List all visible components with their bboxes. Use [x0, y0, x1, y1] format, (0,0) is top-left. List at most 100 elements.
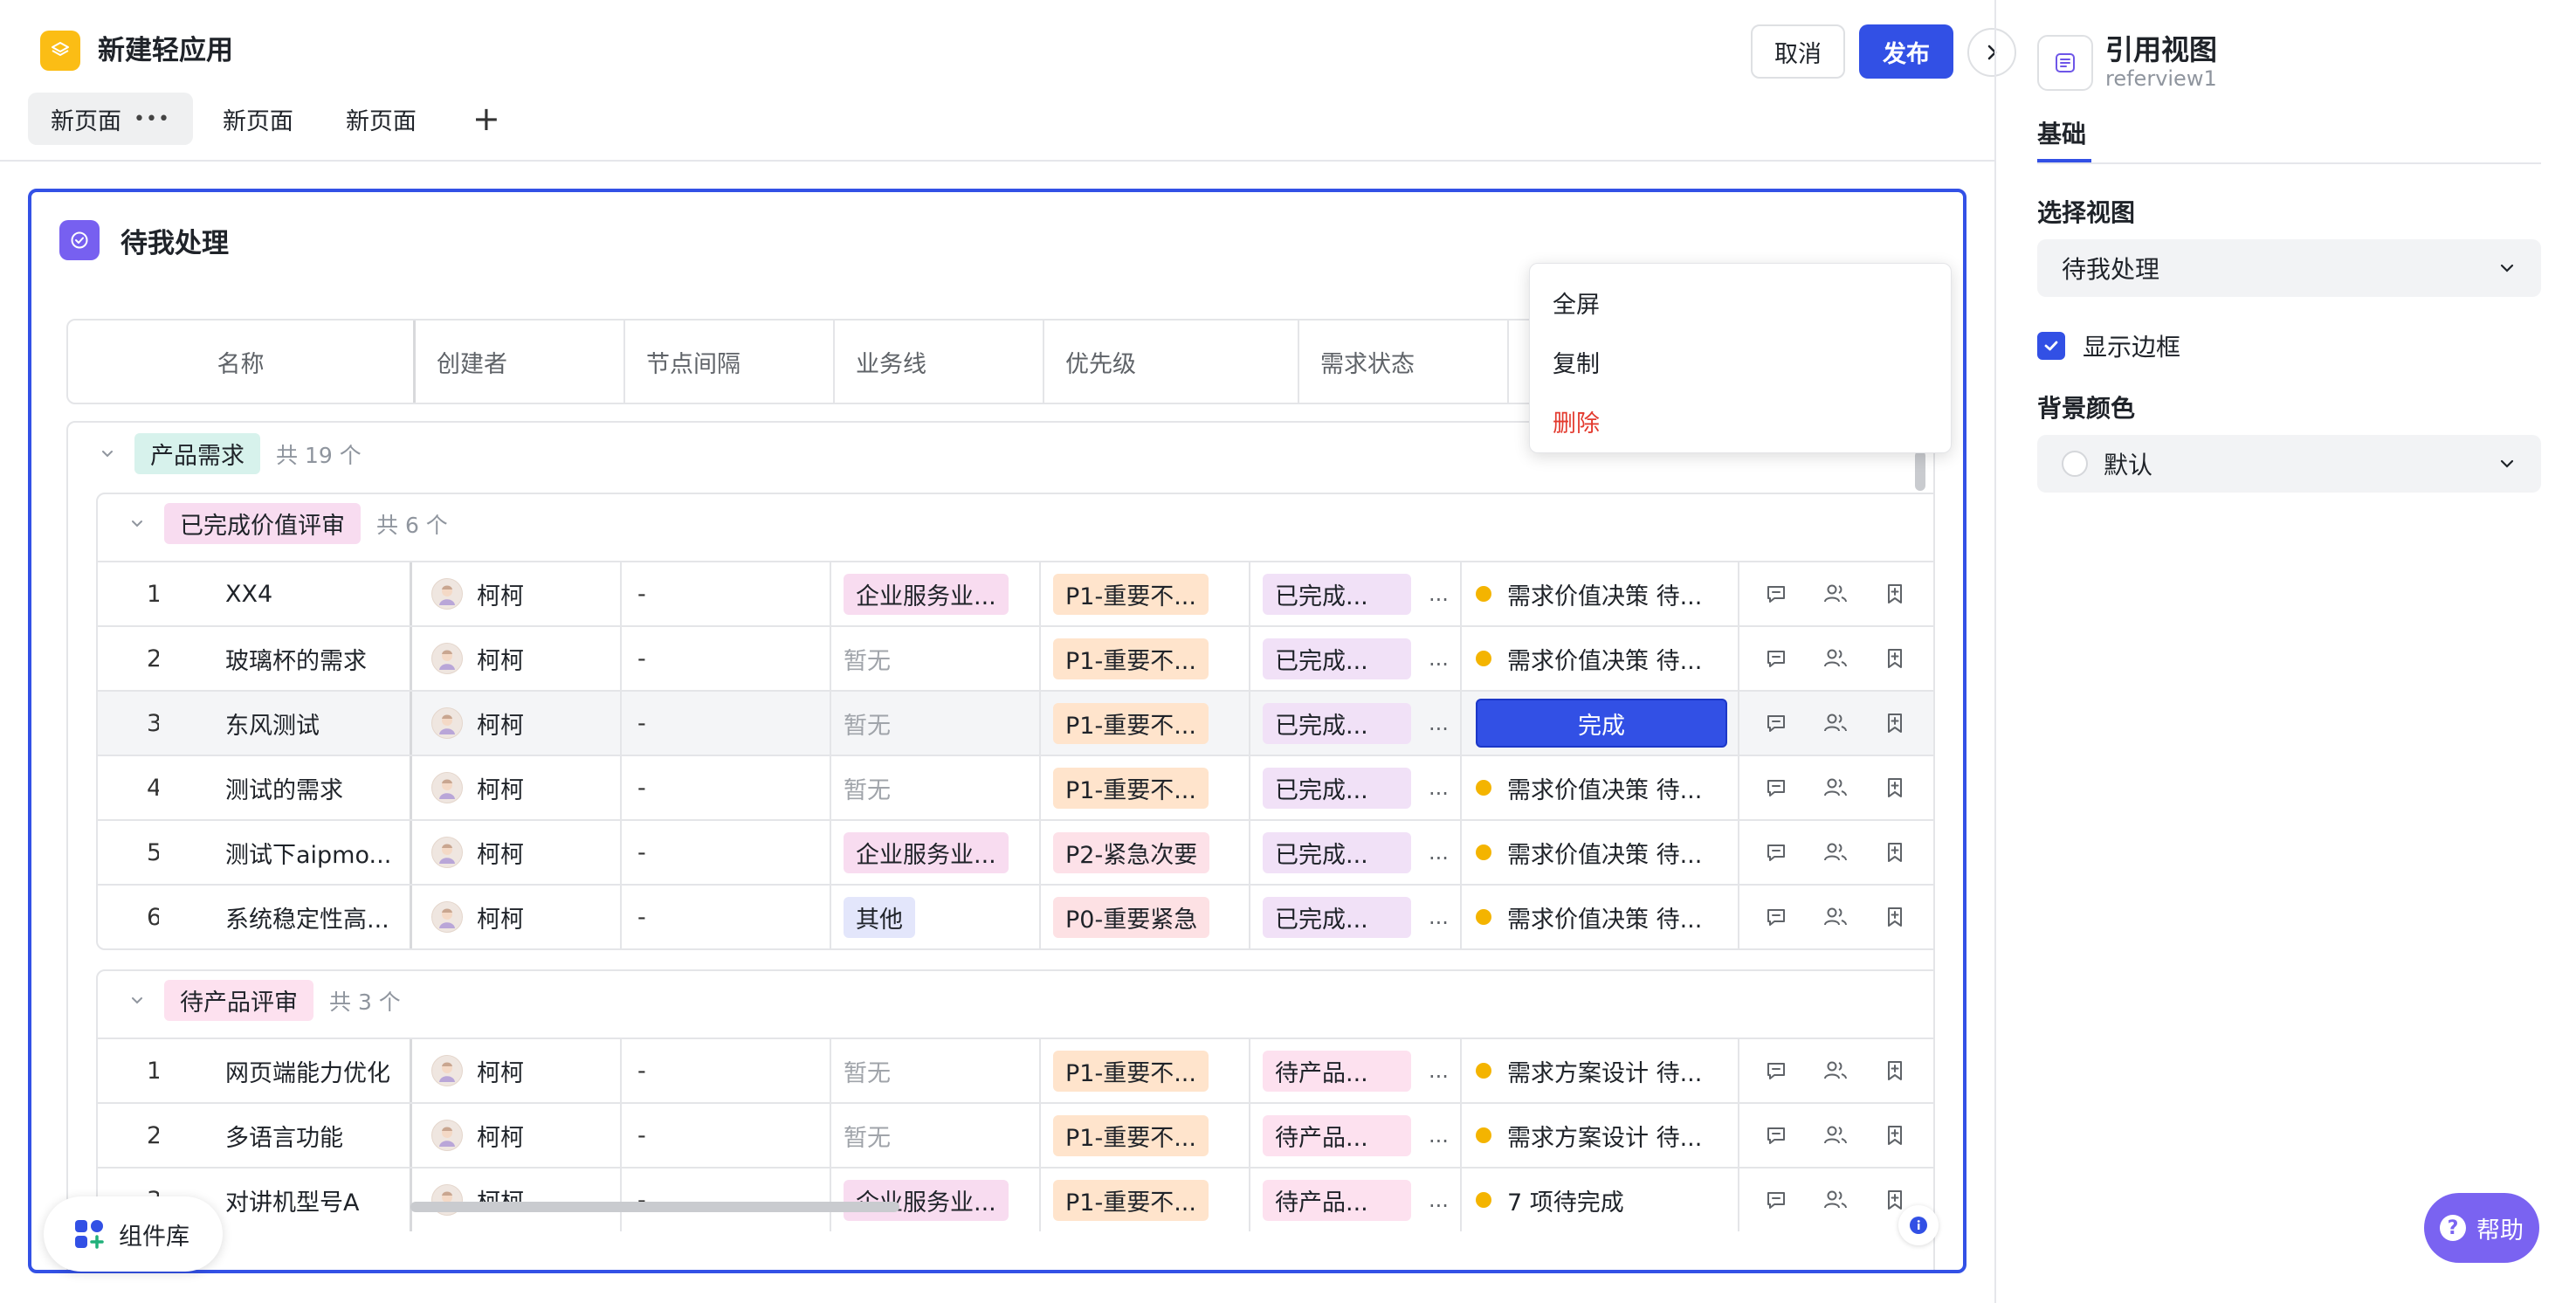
table-row[interactable]: 3对讲机型号A柯柯-企业服务业...P1-重要不...待产品......7 项待…	[98, 1167, 1933, 1231]
complete-button[interactable]: 完成	[1476, 699, 1727, 748]
table-row[interactable]: 4测试的需求 柯柯 -暂无 P1-重要不... 已完成...... 需求价值决策 待...	[98, 755, 1933, 819]
creator-name: 柯柯	[477, 1059, 524, 1087]
table-row[interactable]: 2多语言功能 柯柯 -暂无 P1-重要不... 待产品...... 需求方案设计 待...	[98, 1102, 1933, 1167]
comment-icon[interactable]	[1762, 1121, 1790, 1149]
show-border-checkbox[interactable]: 显示边框	[2037, 328, 2180, 363]
assign-users-icon[interactable]	[1822, 580, 1849, 608]
progress-text: 需求方案设计 待...	[1507, 1124, 1703, 1152]
table-row[interactable]: 6系统稳定性高...柯柯-其他P0-重要紧急已完成......需求价值决策 待.…	[98, 884, 1933, 948]
group-header[interactable]: 产品需求 共 19 个	[94, 433, 362, 474]
bookmark-add-icon[interactable]	[1881, 1121, 1909, 1149]
menu-item-copy[interactable]: 复制	[1530, 332, 1951, 391]
more-ellipsis[interactable]: ...	[1429, 1188, 1449, 1212]
avatar	[431, 643, 463, 674]
table-row[interactable]: 5测试下aipmo...柯柯-企业服务业...P2-紧急次要已完成......需…	[98, 819, 1933, 884]
more-ellipsis[interactable]: ...	[1429, 776, 1449, 800]
bookmark-add-icon[interactable]	[1881, 580, 1909, 608]
bookmark-add-icon[interactable]	[1881, 774, 1909, 802]
row-name[interactable]: 系统稳定性高...	[159, 886, 412, 948]
bookmark-add-icon[interactable]	[1881, 645, 1909, 672]
column-header-status[interactable]: 需求状态	[1299, 321, 1509, 403]
row-name[interactable]: 测试下aipmo...	[159, 821, 412, 884]
more-ellipsis[interactable]: ...	[1429, 646, 1449, 671]
priority-cell: P1-重要不...	[1041, 1104, 1250, 1167]
row-name[interactable]: 多语言功能	[159, 1104, 412, 1167]
column-header-creator[interactable]: 创建者	[416, 321, 625, 403]
tab-basic[interactable]: 基础	[2037, 115, 2086, 150]
comment-icon[interactable]	[1762, 774, 1790, 802]
row-name[interactable]: 测试的需求	[159, 756, 412, 819]
table-row[interactable]: 3东风测试 柯柯 -暂无 P1-重要不... 已完成...... 完成	[98, 690, 1933, 755]
business-tag: 企业服务业...	[844, 573, 1009, 615]
horizontal-scrollbar[interactable]	[410, 1202, 899, 1212]
comment-icon[interactable]	[1762, 645, 1790, 672]
assign-users-icon[interactable]	[1822, 838, 1849, 866]
checkbox-checked-icon[interactable]	[2037, 332, 2065, 360]
progress-text: 需求价值决策 待...	[1507, 647, 1703, 675]
more-ellipsis[interactable]: ...	[1429, 840, 1449, 865]
more-ellipsis[interactable]: ...	[1429, 582, 1449, 606]
table-row[interactable]: 1网页端能力优化 柯柯 -暂无 P1-重要不... 待产品...... 需求方案设计 待.…	[98, 1038, 1933, 1102]
tab-page-3[interactable]: 新页面	[323, 93, 439, 145]
more-ellipsis[interactable]: ...	[1429, 711, 1449, 735]
priority-cell: P2-紧急次要	[1041, 821, 1250, 884]
subgroup-count: 共 6 个	[376, 512, 448, 538]
comment-icon[interactable]	[1762, 1057, 1790, 1085]
info-icon[interactable]	[1898, 1205, 1939, 1245]
column-header-gap[interactable]: 节点间隔	[625, 321, 835, 403]
tab-page-2[interactable]: 新页面	[200, 93, 316, 145]
comment-icon[interactable]	[1762, 838, 1790, 866]
bookmark-add-icon[interactable]	[1881, 838, 1909, 866]
row-name[interactable]: XX4	[159, 562, 412, 625]
bookmark-add-icon[interactable]	[1881, 709, 1909, 737]
business-tag: 企业服务业...	[844, 831, 1009, 873]
column-header-name[interactable]: 名称	[68, 321, 416, 403]
comment-icon[interactable]	[1762, 580, 1790, 608]
bookmark-add-icon[interactable]	[1881, 1057, 1909, 1085]
vertical-scrollbar[interactable]	[1915, 451, 1925, 491]
bookmark-add-icon[interactable]	[1881, 903, 1909, 931]
tab-label: 新页面	[51, 107, 121, 135]
assign-users-icon[interactable]	[1822, 1186, 1849, 1214]
assign-users-icon[interactable]	[1822, 1057, 1849, 1085]
more-ellipsis[interactable]: ...	[1429, 905, 1449, 929]
chevron-down-icon[interactable]	[124, 511, 150, 537]
chevron-down-icon[interactable]	[94, 441, 121, 467]
publish-button[interactable]: 发布	[1859, 24, 1953, 79]
more-ellipsis[interactable]: ...	[1429, 1058, 1449, 1083]
components-icon	[75, 1220, 104, 1249]
progress-cell: 需求方案设计 待...	[1460, 1039, 1739, 1102]
select-view-dropdown[interactable]: 待我处理	[2037, 239, 2541, 297]
assign-users-icon[interactable]	[1822, 709, 1849, 737]
help-button[interactable]: ? 帮助	[2424, 1193, 2539, 1263]
subgroup-header[interactable]: 已完成价值评审 共 6 个	[124, 503, 448, 544]
comment-icon[interactable]	[1762, 903, 1790, 931]
row-name[interactable]: 网页端能力优化	[159, 1039, 412, 1102]
row-name[interactable]: 玻璃杯的需求	[159, 627, 412, 690]
assign-users-icon[interactable]	[1822, 645, 1849, 672]
column-header-business[interactable]: 业务线	[835, 321, 1044, 403]
more-ellipsis[interactable]: ...	[1429, 1123, 1449, 1148]
chevron-down-icon[interactable]	[124, 988, 150, 1014]
avatar	[431, 707, 463, 739]
menu-item-delete[interactable]: 删除	[1530, 391, 1951, 451]
comment-icon[interactable]	[1762, 1186, 1790, 1214]
component-library-button[interactable]: 组件库	[44, 1196, 223, 1272]
table-row[interactable]: 2玻璃杯的需求 柯柯 -暂无 P1-重要不... 已完成...... 需求价值决策 待..…	[98, 625, 1933, 690]
tab-page-1[interactable]: 新页面 •••	[28, 93, 193, 145]
bg-color-dropdown[interactable]: 默认	[2037, 435, 2541, 493]
progress-cell: 需求价值决策 待...	[1460, 821, 1739, 884]
row-name[interactable]: 东风测试	[159, 692, 412, 755]
add-tab-button[interactable]: +	[467, 93, 506, 145]
assign-users-icon[interactable]	[1822, 774, 1849, 802]
column-header-priority[interactable]: 优先级	[1044, 321, 1299, 403]
assign-users-icon[interactable]	[1822, 903, 1849, 931]
menu-item-fullscreen[interactable]: 全屏	[1530, 272, 1951, 332]
assign-users-icon[interactable]	[1822, 1121, 1849, 1149]
comment-icon[interactable]	[1762, 709, 1790, 737]
subgroup-header[interactable]: 待产品评审 共 3 个	[124, 980, 401, 1021]
table-row[interactable]: 1XX4 柯柯 -企业服务业... P1-重要不... 已完成...... 需求价值决策 …	[98, 561, 1933, 625]
cancel-button[interactable]: 取消	[1751, 24, 1845, 79]
tab-more-icon[interactable]: •••	[134, 108, 170, 130]
collapse-panel-button[interactable]	[1967, 28, 2016, 77]
